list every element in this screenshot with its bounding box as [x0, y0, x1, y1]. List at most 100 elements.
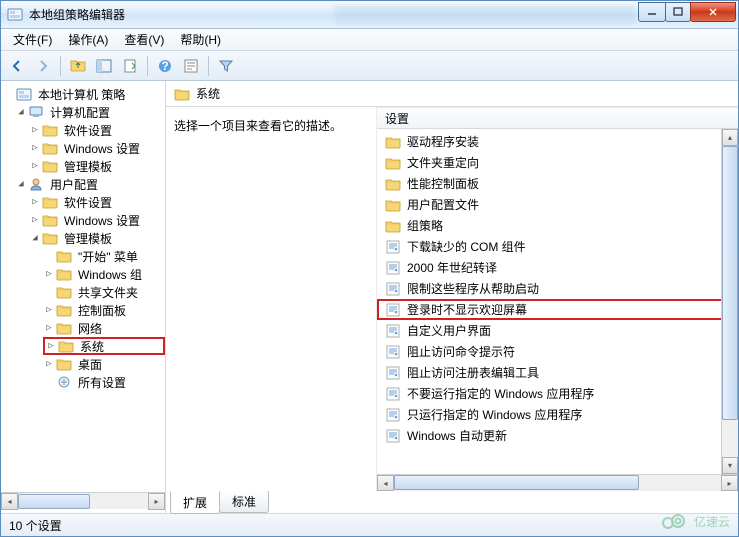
- tree-label: "开始" 菜单: [75, 247, 141, 266]
- list-item[interactable]: 自定义用户界面: [377, 320, 738, 341]
- list-item[interactable]: 组策略: [377, 215, 738, 236]
- close-button[interactable]: [690, 2, 736, 22]
- tab-extended[interactable]: 扩展: [170, 491, 220, 514]
- collapse-icon[interactable]: ◢: [29, 232, 41, 244]
- column-header-settings[interactable]: 设置: [377, 107, 738, 129]
- minimize-button[interactable]: [638, 2, 666, 22]
- folder-icon: [385, 219, 401, 233]
- export-list-button[interactable]: [118, 54, 142, 78]
- tree-user-config[interactable]: ◢用户配置: [1, 175, 165, 193]
- tree-label: 共享文件夹: [75, 283, 141, 302]
- expand-icon[interactable]: ▷: [43, 322, 55, 334]
- scroll-down-icon[interactable]: ▾: [722, 457, 738, 474]
- tree-control-panel[interactable]: ▷ 控制面板: [1, 301, 165, 319]
- tree-desktop[interactable]: ▷桌面: [1, 355, 165, 373]
- tree-software-settings[interactable]: ▷软件设置: [1, 121, 165, 139]
- list-item[interactable]: 性能控制面板: [377, 173, 738, 194]
- list-item-label: Windows 自动更新: [407, 427, 507, 444]
- list-vscroll[interactable]: ▴ ▾: [721, 129, 738, 474]
- expand-icon[interactable]: ▷: [43, 268, 55, 280]
- status-text: 10 个设置: [9, 517, 62, 534]
- folder-icon: [56, 285, 72, 299]
- folder-icon: [42, 195, 58, 209]
- list-item[interactable]: 阻止访问注册表编辑工具: [377, 362, 738, 383]
- collapse-icon[interactable]: ◢: [15, 178, 27, 190]
- list-item[interactable]: 限制这些程序从帮助启动: [377, 278, 738, 299]
- menu-view[interactable]: 查看(V): [116, 29, 172, 50]
- scroll-left-icon[interactable]: ◂: [377, 475, 394, 491]
- expand-icon[interactable]: ▷: [29, 214, 41, 226]
- forward-button[interactable]: [31, 54, 55, 78]
- expand-icon[interactable]: ▷: [45, 340, 57, 352]
- list-item[interactable]: 不要运行指定的 Windows 应用程序: [377, 383, 738, 404]
- tree-root[interactable]: 本地计算机 策略: [1, 85, 165, 103]
- menu-file[interactable]: 文件(F): [5, 29, 60, 50]
- column-header-label: 设置: [385, 110, 409, 127]
- expand-icon[interactable]: ▷: [29, 160, 41, 172]
- expand-icon[interactable]: ▷: [43, 304, 55, 316]
- help-button[interactable]: ?: [153, 54, 177, 78]
- filter-button[interactable]: [214, 54, 238, 78]
- list-item-label: 自定义用户界面: [407, 322, 491, 339]
- window-title: 本地组策略编辑器: [29, 6, 335, 23]
- app-icon: [7, 7, 23, 23]
- list-item[interactable]: 驱动程序安装: [377, 131, 738, 152]
- tree-start-menu[interactable]: "开始" 菜单: [1, 247, 165, 265]
- tree-computer-config[interactable]: ◢计算机配置: [1, 103, 165, 121]
- tree-label: 控制面板: [75, 301, 129, 320]
- menu-help[interactable]: 帮助(H): [172, 29, 229, 50]
- list-item[interactable]: 下载缺少的 COM 组件: [377, 236, 738, 257]
- tree-label: Windows 设置: [61, 139, 143, 158]
- scroll-up-icon[interactable]: ▴: [722, 129, 738, 146]
- tree-all-settings[interactable]: 所有设置: [1, 373, 165, 391]
- show-hide-tree-button[interactable]: [92, 54, 116, 78]
- expand-icon[interactable]: ▷: [29, 142, 41, 154]
- list-item[interactable]: 2000 年世纪转译: [377, 257, 738, 278]
- menu-action[interactable]: 操作(A): [60, 29, 116, 50]
- description-prompt: 选择一个项目来查看它的描述。: [174, 119, 342, 133]
- tree-windows-settings-user[interactable]: ▷Windows 设置: [1, 211, 165, 229]
- toolbar-separator: [208, 56, 209, 76]
- back-button[interactable]: [5, 54, 29, 78]
- tree-windows-components[interactable]: ▷Windows 组: [1, 265, 165, 283]
- folder-icon: [42, 231, 58, 245]
- list-item-label: 不要运行指定的 Windows 应用程序: [407, 385, 594, 402]
- settings-list[interactable]: 驱动程序安装文件夹重定向性能控制面板用户配置文件组策略下载缺少的 COM 组件2…: [377, 129, 738, 448]
- policy-icon: [385, 240, 401, 254]
- tree-shared-folders[interactable]: 共享文件夹: [1, 283, 165, 301]
- tree-network[interactable]: ▷网络: [1, 319, 165, 337]
- properties-button[interactable]: [179, 54, 203, 78]
- list-item-label: 驱动程序安装: [407, 133, 479, 150]
- list-item[interactable]: 只运行指定的 Windows 应用程序: [377, 404, 738, 425]
- list-item[interactable]: 登录时不显示欢迎屏幕: [377, 299, 738, 320]
- scroll-left-icon[interactable]: ◂: [1, 493, 18, 510]
- list-item[interactable]: 文件夹重定向: [377, 152, 738, 173]
- tree-windows-settings[interactable]: ▷ Windows 设置: [1, 139, 165, 157]
- folder-icon: [385, 156, 401, 170]
- list-item-label: 只运行指定的 Windows 应用程序: [407, 406, 582, 423]
- tree-hscroll[interactable]: ◂ ▸: [1, 492, 165, 509]
- statusbar: 10 个设置: [1, 514, 738, 536]
- scroll-right-icon[interactable]: ▸: [721, 475, 738, 491]
- tree-admin-templates[interactable]: ▷ 管理模板: [1, 157, 165, 175]
- up-level-button[interactable]: [66, 54, 90, 78]
- titlebar[interactable]: 本地组策略编辑器: [1, 1, 738, 29]
- collapse-icon[interactable]: ◢: [15, 106, 27, 118]
- expand-icon[interactable]: ▷: [29, 196, 41, 208]
- tree-software-settings-user[interactable]: ▷软件设置: [1, 193, 165, 211]
- maximize-button[interactable]: [665, 2, 691, 22]
- list-hscroll[interactable]: ◂ ▸: [377, 474, 738, 491]
- expand-icon[interactable]: [3, 88, 15, 100]
- tab-standard[interactable]: 标准: [219, 491, 269, 513]
- tree-pane[interactable]: 本地计算机 策略 ◢计算机配置 ▷软件设置 ▷Windows 设置 ▷管理模板 …: [1, 81, 166, 513]
- expand-icon[interactable]: ▷: [43, 358, 55, 370]
- tree-system[interactable]: ▷系统: [1, 337, 165, 355]
- expand-icon[interactable]: ▷: [29, 124, 41, 136]
- list-item[interactable]: 用户配置文件: [377, 194, 738, 215]
- tree-admin-templates-user[interactable]: ◢管理模板: [1, 229, 165, 247]
- scroll-right-icon[interactable]: ▸: [148, 493, 165, 510]
- list-item[interactable]: Windows 自动更新: [377, 425, 738, 446]
- list-item[interactable]: 阻止访问命令提示符: [377, 341, 738, 362]
- tree-label: 管理模板: [61, 157, 115, 176]
- folder-icon: [385, 198, 401, 212]
